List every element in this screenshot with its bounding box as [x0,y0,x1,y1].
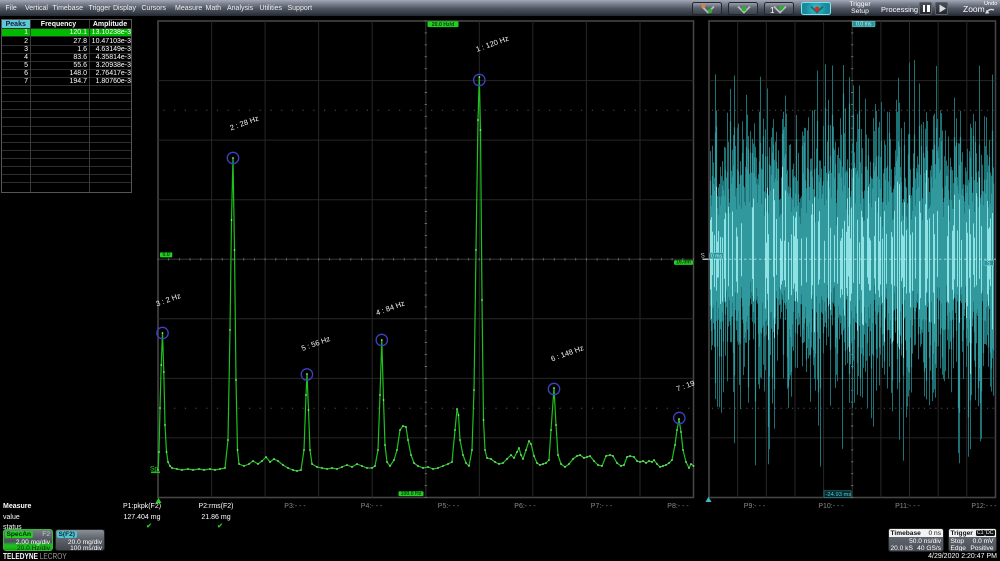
svg-text:16.0m: 16.0m [676,260,691,266]
svg-text:20.0 Hz/d: 20.0 Hz/d [432,22,455,28]
svg-text:0 ms: 0 ms [711,254,723,260]
svg-text:0.0: 0.0 [163,252,170,258]
svg-text:-24.93 ms: -24.93 ms [826,492,852,498]
svg-text:Sp: Sp [150,466,158,473]
svg-text:100.0 Hz: 100.0 Hz [401,491,422,497]
svg-text:0.0 ms: 0.0 ms [856,22,872,28]
svg-text:S: S [987,260,991,266]
